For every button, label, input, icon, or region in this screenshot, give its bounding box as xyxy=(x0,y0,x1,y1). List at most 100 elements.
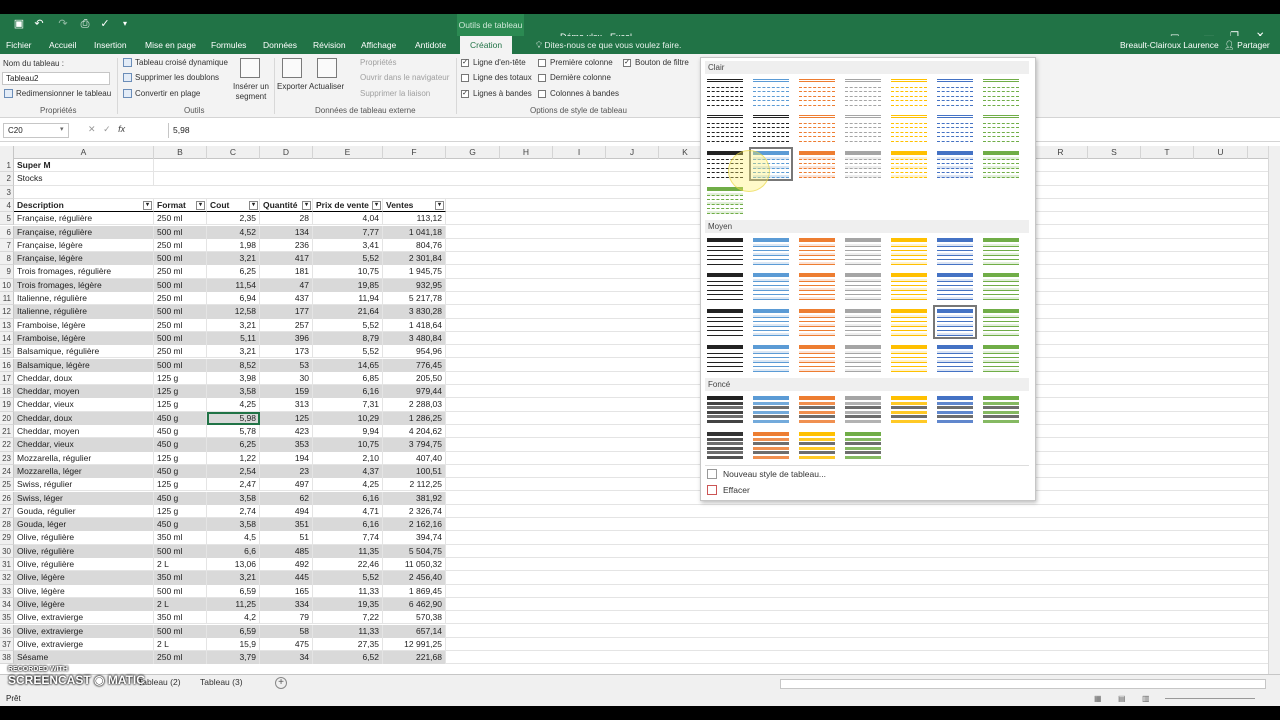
save-icon[interactable]: ▣ xyxy=(12,17,26,31)
vertical-scrollbar[interactable] xyxy=(1268,146,1280,674)
row-header[interactable]: 37 xyxy=(0,637,14,652)
table-header-cell[interactable]: Format ▾ xyxy=(154,198,207,213)
row-header[interactable]: 9 xyxy=(0,265,14,279)
last-column-checkbox[interactable] xyxy=(538,74,546,82)
cell[interactable]: 125 g xyxy=(154,478,207,492)
undo-icon[interactable]: ↶ xyxy=(32,17,46,31)
table-header-cell[interactable]: Ventes ▾ xyxy=(383,198,446,213)
customize-qat-icon[interactable]: ▾ xyxy=(118,17,132,31)
cell[interactable]: 500 ml xyxy=(154,584,207,598)
page-break-icon[interactable]: ▥ xyxy=(1142,694,1150,703)
cell[interactable]: Balsamique, régulière xyxy=(14,345,154,359)
tab-accueil[interactable]: Accueil xyxy=(49,40,76,50)
cell[interactable]: 19,85 xyxy=(313,278,383,292)
cell[interactable]: 5,78 xyxy=(207,425,260,439)
refresh-button[interactable]: Actualiser xyxy=(309,82,344,91)
cell[interactable]: Française, légère xyxy=(14,238,154,253)
cell[interactable]: 475 xyxy=(260,637,313,652)
row-header[interactable]: 12 xyxy=(0,305,14,319)
row-header[interactable]: 31 xyxy=(0,558,14,572)
remove-duplicates-button[interactable]: Supprimer les doublons xyxy=(135,73,219,82)
cell[interactable]: 932,95 xyxy=(383,278,446,292)
cell[interactable]: 450 g xyxy=(154,411,207,425)
cell[interactable]: 5,52 xyxy=(313,571,383,585)
cell[interactable]: Cheddar, moyen xyxy=(14,425,154,439)
cell[interactable]: 6,16 xyxy=(313,518,383,532)
table-style-swatch[interactable] xyxy=(843,113,883,143)
print-preview-icon[interactable]: ⎙ xyxy=(78,17,92,31)
cell[interactable]: 2,74 xyxy=(207,504,260,519)
table-style-swatch[interactable] xyxy=(981,394,1021,424)
open-in-browser-button[interactable]: Ouvrir dans le navigateur xyxy=(360,73,449,82)
row-header[interactable]: 14 xyxy=(0,331,14,346)
cell[interactable]: 12,58 xyxy=(207,305,260,319)
select-all-corner[interactable] xyxy=(0,146,14,159)
cell[interactable]: 5,52 xyxy=(313,345,383,359)
cell[interactable]: 250 ml xyxy=(154,345,207,359)
tab-mise-en-page[interactable]: Mise en page xyxy=(145,40,196,50)
cell[interactable]: 22,46 xyxy=(313,558,383,572)
table-style-swatch[interactable] xyxy=(843,271,883,301)
table-style-swatch[interactable] xyxy=(935,271,975,301)
cell[interactable]: 445 xyxy=(260,571,313,585)
table-header-cell[interactable]: Description ▾ xyxy=(14,198,154,213)
row-header[interactable]: 3 xyxy=(0,185,14,199)
table-style-swatch[interactable] xyxy=(889,394,929,424)
table-style-swatch[interactable] xyxy=(935,149,975,179)
column-header-b[interactable]: B xyxy=(154,146,207,159)
cell[interactable]: 3,58 xyxy=(207,491,260,505)
cell[interactable]: 3,21 xyxy=(207,318,260,332)
cell[interactable]: 79 xyxy=(260,611,313,625)
cell[interactable]: 10,29 xyxy=(313,411,383,425)
cell[interactable]: 4,71 xyxy=(313,504,383,519)
cell[interactable]: 2 L xyxy=(154,558,207,572)
table-style-swatch[interactable] xyxy=(889,77,929,107)
cell[interactable]: 250 ml xyxy=(154,651,207,665)
new-table-style-button[interactable]: Nouveau style de tableau... xyxy=(723,469,826,479)
cell[interactable]: 500 ml xyxy=(154,331,207,346)
name-box-dropdown-icon[interactable]: ▾ xyxy=(60,125,64,133)
cell[interactable]: 2 112,25 xyxy=(383,478,446,492)
cell[interactable]: Framboise, légère xyxy=(14,318,154,332)
banded-rows-checkbox[interactable]: ✓ xyxy=(461,90,469,98)
cell[interactable]: 7,77 xyxy=(313,225,383,239)
row-header[interactable]: 21 xyxy=(0,425,14,439)
cell[interactable]: 21,64 xyxy=(313,305,383,319)
cell[interactable]: 350 ml xyxy=(154,571,207,585)
cell[interactable]: 47 xyxy=(260,278,313,292)
cell[interactable]: 2,35 xyxy=(207,212,260,226)
cell[interactable]: 11,54 xyxy=(207,278,260,292)
cell[interactable]: 2,54 xyxy=(207,464,260,479)
table-header-cell[interactable]: Prix de vente ▾ xyxy=(313,198,383,213)
tab-donnees[interactable]: Données xyxy=(263,40,297,50)
filter-dropdown-icon[interactable]: ▾ xyxy=(143,200,152,210)
table-style-swatch[interactable] xyxy=(751,77,791,107)
spelling-icon[interactable]: ✓ xyxy=(98,17,112,31)
table-style-swatch[interactable] xyxy=(889,113,929,143)
cell[interactable]: 6,59 xyxy=(207,584,260,598)
cell[interactable]: 6,85 xyxy=(313,371,383,386)
cell[interactable]: 500 ml xyxy=(154,544,207,558)
cell[interactable]: 23 xyxy=(260,464,313,479)
user-name[interactable]: Breault-Clairoux Laurence xyxy=(1120,40,1219,50)
cell[interactable]: 3,58 xyxy=(207,385,260,399)
cell[interactable]: 5 504,75 xyxy=(383,544,446,558)
resize-table-button[interactable]: Redimensionner le tableau xyxy=(16,89,111,98)
cell[interactable]: 485 xyxy=(260,544,313,558)
filter-dropdown-icon[interactable]: ▾ xyxy=(196,200,205,210)
table-style-swatch[interactable] xyxy=(705,236,745,266)
cell[interactable]: 6,16 xyxy=(313,385,383,399)
cell[interactable]: Cheddar, moyen xyxy=(14,385,154,399)
cell[interactable]: 257 xyxy=(260,318,313,332)
cell[interactable]: 19,35 xyxy=(313,597,383,612)
row-header[interactable]: 27 xyxy=(0,504,14,519)
normal-view-icon[interactable]: ▦ xyxy=(1094,694,1102,703)
cell[interactable]: Olive, légère xyxy=(14,597,154,612)
cell[interactable]: 221,68 xyxy=(383,651,446,665)
insert-function-icon[interactable]: fx xyxy=(118,124,125,134)
cell[interactable]: 250 ml xyxy=(154,238,207,253)
row-header[interactable]: 28 xyxy=(0,518,14,532)
cell[interactable]: Olive, extravierge xyxy=(14,611,154,625)
share-button[interactable]: 👤︎ Partager xyxy=(1224,40,1270,51)
table-style-swatch[interactable] xyxy=(797,394,837,424)
